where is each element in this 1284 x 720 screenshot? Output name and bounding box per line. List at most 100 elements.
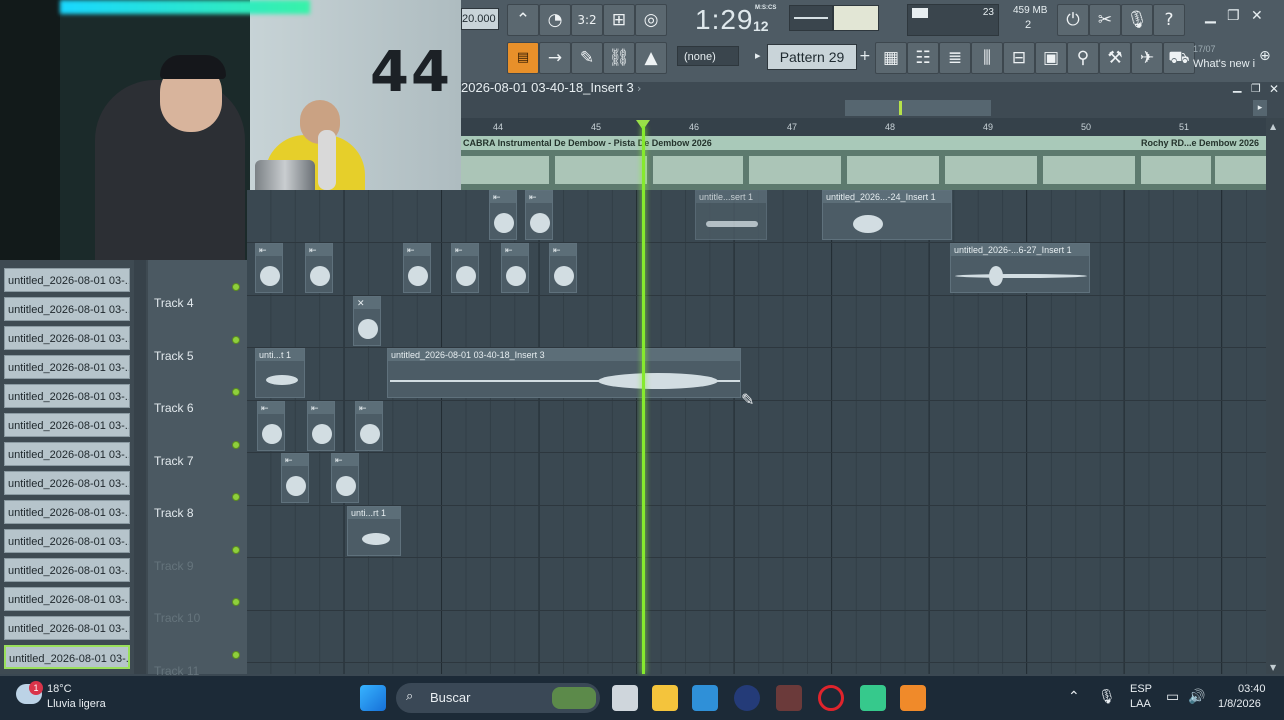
track-4-name[interactable]: Track 4: [154, 296, 194, 310]
chevron-up-icon[interactable]: ⌃: [1068, 688, 1080, 705]
search-input[interactable]: Buscar: [430, 690, 470, 705]
clip[interactable]: untitle...sert 1: [695, 190, 767, 240]
clip[interactable]: unti...rt 1: [347, 506, 401, 556]
clip[interactable]: ⇤: [257, 401, 285, 451]
help-icon[interactable]: ?: [1153, 4, 1185, 36]
picker-item[interactable]: untitled_2026-08-01 03-...: [4, 442, 130, 466]
timeline-ruler[interactable]: 44 45 46 47 48 49 50 51: [461, 118, 1266, 136]
arrow-right-icon[interactable]: →: [539, 42, 571, 74]
playhead[interactable]: [642, 126, 645, 674]
picker-item[interactable]: untitled_2026-08-01 03-...: [4, 326, 130, 350]
playlist-close-icon[interactable]: ✕: [1269, 82, 1279, 96]
track-mute-icon[interactable]: [232, 441, 240, 449]
picker-item-selected[interactable]: untitled_2026-08-01 03-...: [4, 645, 130, 669]
track-mute-icon[interactable]: [232, 651, 240, 659]
audio-clip-2-label[interactable]: Rochy RD...e Dembow 2026: [1139, 136, 1268, 150]
master-volume-icon[interactable]: [833, 5, 879, 31]
clip[interactable]: ⇤: [307, 401, 335, 451]
clip[interactable]: ⇤: [451, 243, 479, 293]
clock-date[interactable]: 1/8/2026: [1218, 698, 1261, 710]
track-mute-icon[interactable]: [232, 388, 240, 396]
keyboard-layout[interactable]: LAA: [1130, 698, 1151, 710]
track-8-name[interactable]: Track 8: [154, 506, 194, 520]
picker-item[interactable]: untitled_2026-08-01 03-...: [4, 355, 130, 379]
fl-studio-icon[interactable]: [900, 685, 926, 711]
clip[interactable]: untitled_2026...-24_Insert 1: [822, 190, 952, 240]
restore-icon[interactable]: ❐: [1227, 8, 1240, 24]
clip[interactable]: ⇤: [549, 243, 577, 293]
track-7-name[interactable]: Track 7: [154, 454, 194, 468]
playlist-restore-icon[interactable]: ❐: [1251, 82, 1261, 95]
loop-record-icon[interactable]: ◎: [635, 4, 667, 36]
link-icon[interactable]: ⛓: [603, 42, 635, 74]
picker-item[interactable]: untitled_2026-08-01 03-...: [4, 268, 130, 292]
pattern-selector[interactable]: Pattern 29: [767, 44, 857, 70]
track-mute-icon[interactable]: [232, 598, 240, 606]
playlist-grid[interactable]: ⇤ ⇤ untitle...sert 1 untitled_2026...-24…: [247, 190, 1266, 674]
language[interactable]: ESP: [1130, 683, 1152, 695]
plugin-icon[interactable]: ⚲: [1067, 42, 1099, 74]
track-mute-icon[interactable]: [232, 546, 240, 554]
add-pattern-icon[interactable]: +: [859, 48, 871, 64]
picker-item[interactable]: untitled_2026-08-01 03-...: [4, 413, 130, 437]
track-mute-icon[interactable]: [232, 493, 240, 501]
draw-icon[interactable]: ✎: [571, 42, 603, 74]
mic-icon[interactable]: 🎙: [1121, 4, 1153, 36]
task-view-icon[interactable]: [612, 685, 638, 711]
clipboard-icon[interactable]: ▣: [1035, 42, 1067, 74]
track-10-name[interactable]: Track 10: [154, 611, 200, 625]
vertical-scrollbar[interactable]: ▲ ▼: [1266, 118, 1284, 674]
track-mute-icon[interactable]: [232, 283, 240, 291]
metronome-icon[interactable]: ⌃: [507, 4, 539, 36]
chat-icon[interactable]: [860, 685, 886, 711]
track-9-name[interactable]: Track 9: [154, 559, 194, 573]
audio-track-row[interactable]: CABRA Instrumental De Dembow - Pista De …: [461, 136, 1268, 190]
countdown-icon[interactable]: 3:2: [571, 4, 603, 36]
project-tree-icon[interactable]: ⊟: [1003, 42, 1035, 74]
search-box[interactable]: ⌕ Buscar: [396, 683, 600, 713]
scroll-up-icon[interactable]: ▲: [1270, 122, 1276, 131]
clip[interactable]: ⇤: [489, 190, 517, 240]
plane-icon[interactable]: ✈: [1131, 42, 1163, 74]
clip[interactable]: ⇤: [255, 243, 283, 293]
clock-time[interactable]: 03:40: [1238, 683, 1266, 695]
wait-record-icon[interactable]: ◔: [539, 4, 571, 36]
browser-icon[interactable]: ≣: [939, 42, 971, 74]
clip[interactable]: unti...t 1: [255, 348, 305, 398]
clip[interactable]: ⇤: [281, 453, 309, 503]
pattern-prev-icon[interactable]: ▸: [755, 46, 765, 66]
close-icon[interactable]: ✕: [1251, 8, 1263, 24]
clip[interactable]: ✕: [353, 296, 381, 346]
playlist-icon[interactable]: ▤: [507, 42, 539, 74]
track-5-name[interactable]: Track 5: [154, 349, 194, 363]
piano-roll-icon[interactable]: ▦: [875, 42, 907, 74]
clip[interactable]: ⇤: [525, 190, 553, 240]
picker-item[interactable]: untitled_2026-08-01 03-...: [4, 558, 130, 582]
picker-item[interactable]: untitled_2026-08-01 03-...: [4, 616, 130, 640]
chevron-right-icon[interactable]: ›: [637, 82, 641, 95]
snap-select[interactable]: (none): [677, 46, 739, 66]
scroll-right-icon[interactable]: ▸: [1253, 100, 1267, 116]
clip[interactable]: untitled_2026-08-01 03-40-18_Insert 3: [387, 348, 741, 398]
steam-icon[interactable]: [734, 685, 760, 711]
picker-item[interactable]: untitled_2026-08-01 03-...: [4, 500, 130, 524]
cut-icon[interactable]: ✂: [1089, 4, 1121, 36]
playlist-minimize-icon[interactable]: ▁: [1233, 80, 1241, 93]
speaker-icon[interactable]: 🔊: [1188, 688, 1205, 705]
network-icon[interactable]: ▭: [1166, 688, 1179, 705]
power-icon[interactable]: ⏻: [1057, 4, 1089, 36]
opera-icon[interactable]: [818, 685, 844, 711]
mixer-icon[interactable]: ⫼: [971, 42, 1003, 74]
clip[interactable]: ⇤: [331, 453, 359, 503]
scroll-down-icon[interactable]: ▼: [1270, 663, 1276, 672]
mic-tray-icon[interactable]: 🎙: [1098, 688, 1116, 705]
clip[interactable]: ⇤: [403, 243, 431, 293]
picker-item[interactable]: untitled_2026-08-01 03-...: [4, 384, 130, 408]
tempo-display[interactable]: 20.000: [461, 8, 499, 30]
timeline-scroll[interactable]: [845, 100, 991, 116]
weather-temp[interactable]: 18°C: [47, 683, 72, 695]
stamp-icon[interactable]: ▲: [635, 42, 667, 74]
picker-item[interactable]: untitled_2026-08-01 03-...: [4, 471, 130, 495]
picker-item[interactable]: untitled_2026-08-01 03-...: [4, 297, 130, 321]
globe-icon[interactable]: ⊕: [1259, 48, 1271, 64]
